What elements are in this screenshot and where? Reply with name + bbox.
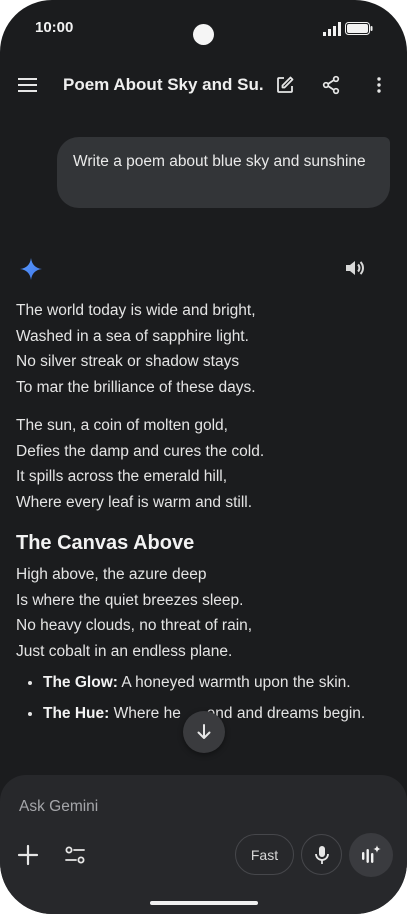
model-mode-button[interactable]: Fast: [235, 834, 294, 875]
bullet-text: A honeyed warmth upon the skin.: [117, 674, 351, 691]
poem-line: To mar the brilliance of these days.: [16, 378, 256, 396]
tools-icon[interactable]: [62, 842, 88, 868]
stanza-2: The sun, a coin of molten gold, Defies t…: [16, 413, 396, 515]
live-waveform-icon: [362, 845, 381, 863]
stanza-1: The world today is wide and bright, Wash…: [16, 298, 396, 400]
composer: Ask Gemini Fast: [0, 775, 407, 914]
poem-line: Defies the damp and cures the cold.: [16, 442, 265, 460]
poem-line: Is where the quiet breezes sleep.: [16, 591, 244, 609]
status-bar: 10:00: [0, 0, 407, 58]
status-time: 10:00: [35, 19, 74, 36]
section-heading: The Canvas Above: [16, 532, 195, 554]
share-button[interactable]: [317, 72, 345, 98]
front-camera: [193, 24, 214, 45]
microphone-icon: [314, 845, 329, 864]
poem-line: Washed in a sea of sapphire light.: [16, 327, 249, 345]
poem-line: No heavy clouds, no threat of rain,: [16, 617, 253, 634]
bullet-text: Where he end and dreams begin.: [109, 704, 366, 722]
gemini-response: The world today is wide and bright, Wash…: [16, 298, 396, 731]
share-icon: [322, 75, 340, 95]
new-chat-button[interactable]: [271, 72, 299, 98]
ask-gemini-input[interactable]: Ask Gemini: [19, 798, 98, 816]
bullet-term: The Hue:: [43, 704, 110, 722]
poem-line: The sun, a coin of molten gold,: [16, 417, 228, 434]
more-vert-icon: [377, 77, 381, 93]
list-item: The Glow: A honeyed warmth upon the skin…: [43, 670, 396, 696]
chat-title[interactable]: Poem About Sky and Su...: [63, 75, 263, 95]
more-options-button[interactable]: [365, 72, 393, 98]
top-app-bar: Poem About Sky and Su...: [0, 62, 407, 108]
poem-line: High above, the azure deep: [16, 566, 207, 583]
microphone-button[interactable]: [301, 834, 342, 875]
poem-line: Where every leaf is warm and still.: [16, 493, 253, 511]
add-icon[interactable]: [15, 842, 41, 868]
phone-screen: 10:00 Poem About Sky and Su... Write a p…: [0, 0, 407, 914]
poem-line: The world today is wide and bright,: [16, 302, 256, 319]
user-message-bubble: Write a poem about blue sky and sunshine: [57, 137, 390, 208]
home-indicator[interactable]: [150, 901, 258, 905]
poem-line: No silver streak or shadow stays: [16, 353, 240, 370]
edit-icon: [277, 76, 294, 93]
gemini-sparkle-icon: [20, 258, 42, 280]
signal-icon: [323, 22, 341, 36]
speaker-icon[interactable]: [343, 256, 367, 280]
poem-line: Just cobalt in an endless plane.: [16, 642, 233, 660]
scroll-to-bottom-button[interactable]: [183, 711, 225, 753]
battery-icon: [345, 22, 373, 35]
gemini-live-button[interactable]: [349, 833, 393, 877]
stanza-3: High above, the azure deep Is where the …: [16, 562, 396, 664]
menu-icon[interactable]: [14, 72, 42, 98]
poem-line: It spills across the emerald hill,: [16, 468, 228, 485]
arrow-down-icon: [197, 724, 211, 739]
bullet-term: The Glow:: [43, 674, 118, 691]
